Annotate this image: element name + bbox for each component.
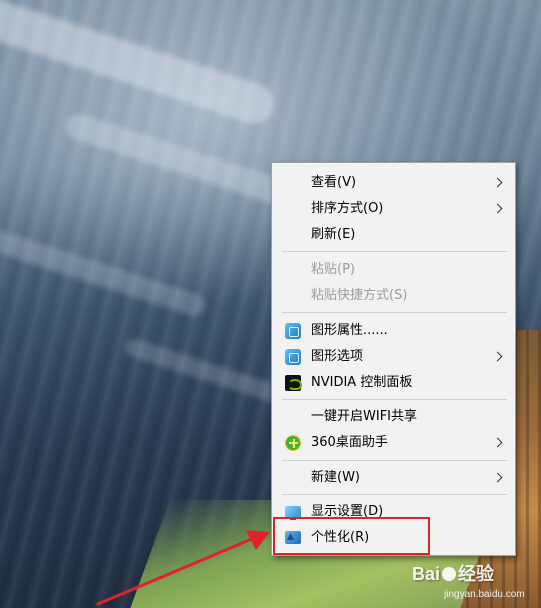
chevron-right-icon	[492, 437, 503, 448]
menu-item-label: 粘贴(P)	[311, 262, 355, 277]
nvidia-icon	[285, 375, 302, 391]
menu-item-label: 刷新(E)	[311, 227, 356, 242]
desktop-context-menu: 查看(V) 排序方式(O) 刷新(E) 粘贴(P) 粘贴快捷方式(S) 图形属性…	[271, 162, 516, 556]
menu-item-label: 查看(V)	[311, 175, 357, 190]
menu-item-sort-by[interactable]: 排序方式(O)	[272, 196, 515, 222]
menu-item-paste-shortcut[interactable]: 粘贴快捷方式(S)	[272, 283, 515, 309]
watermark-text-left: Bai	[412, 564, 441, 584]
menu-item-refresh[interactable]: 刷新(E)	[272, 222, 515, 248]
menu-item-graphics-properties[interactable]: 图形属性......	[272, 318, 515, 344]
baidu-watermark: Bai 经验	[412, 560, 494, 586]
menu-item-label: 排序方式(O)	[311, 201, 384, 216]
chevron-right-icon	[492, 351, 503, 362]
intel-graphics-icon	[285, 349, 301, 365]
highlight-box	[273, 517, 430, 555]
menu-item-label: 图形选项	[311, 349, 364, 364]
menu-item-new[interactable]: 新建(W)	[272, 465, 515, 491]
menu-separator	[282, 494, 507, 495]
menu-separator	[282, 312, 507, 313]
watermark-text-right: 经验	[458, 564, 495, 584]
menu-item-label: 一键开启WIFI共享	[311, 409, 417, 424]
menu-item-label: NVIDIA 控制面板	[311, 375, 413, 390]
menu-item-label: 粘贴快捷方式(S)	[311, 288, 408, 303]
menu-item-label: 图形属性......	[311, 323, 388, 338]
chevron-right-icon	[492, 203, 503, 214]
paw-icon	[442, 567, 457, 581]
menu-item-view[interactable]: 查看(V)	[272, 170, 515, 196]
360-icon	[285, 435, 301, 451]
menu-separator	[282, 399, 507, 400]
menu-item-paste[interactable]: 粘贴(P)	[272, 257, 515, 283]
watermark-url: jingyan.baidu.com	[444, 589, 525, 600]
chevron-right-icon	[492, 177, 503, 188]
chevron-right-icon	[492, 472, 503, 483]
menu-item-label: 新建(W)	[311, 470, 360, 485]
menu-item-nvidia-control-panel[interactable]: NVIDIA 控制面板	[272, 370, 515, 396]
menu-item-360-desktop-assistant[interactable]: 360桌面助手	[272, 430, 515, 456]
intel-graphics-icon	[285, 323, 301, 339]
menu-item-label: 360桌面助手	[311, 435, 388, 450]
menu-separator	[282, 460, 507, 461]
wallpaper-streak	[0, 223, 208, 319]
menu-item-wifi-share[interactable]: 一键开启WIFI共享	[272, 404, 515, 430]
menu-separator	[282, 251, 507, 252]
menu-item-graphics-options[interactable]: 图形选项	[272, 344, 515, 370]
wallpaper-streak	[0, 0, 279, 129]
